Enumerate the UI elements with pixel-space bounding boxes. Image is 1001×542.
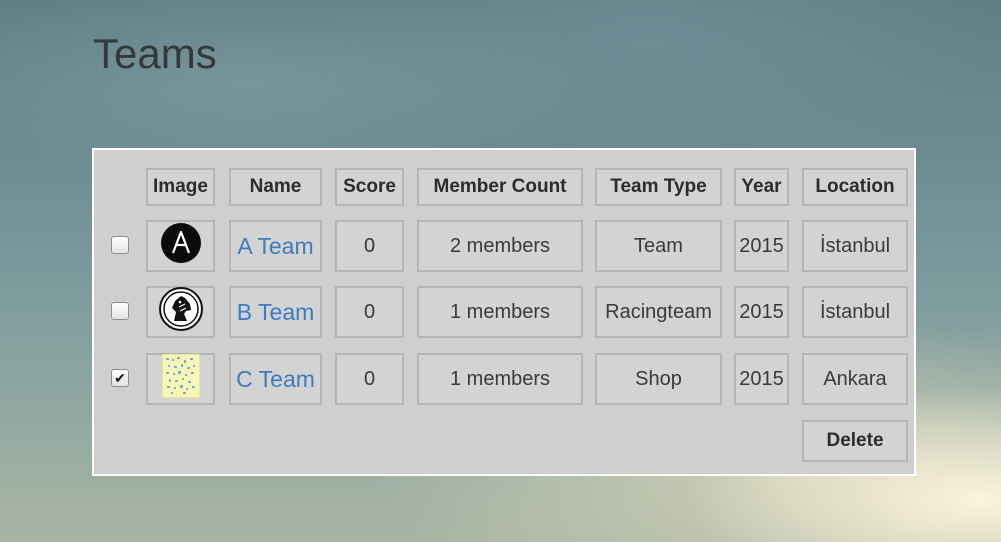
delete-button[interactable]: Delete [802,420,908,462]
team-image-cell [146,353,215,405]
team-member-count: 1 members [417,286,583,338]
teams-table-panel: Image Name Score Member Count Team Type … [92,148,916,476]
row-select-checkbox-checked[interactable]: ✔ [111,369,129,387]
column-header-location: Location [802,168,908,206]
column-header-score: Score [335,168,404,206]
team-year: 2015 [734,353,789,405]
horse-head-logo-icon [158,287,203,337]
team-year: 2015 [734,286,789,338]
team-location: İstanbul [802,286,908,338]
team-member-count: 2 members [417,220,583,272]
team-type: Racingteam [595,286,722,338]
team-score: 0 [335,220,404,272]
team-year: 2015 [734,220,789,272]
row-select-checkbox[interactable] [111,236,129,254]
team-name-link[interactable]: A Team [229,220,322,272]
team-name-link[interactable]: C Team [229,353,322,405]
row-select-checkbox[interactable] [111,302,129,320]
a-letter-logo-icon [160,223,201,269]
checkmark-icon: ✔ [114,370,126,386]
team-image-cell [146,220,215,272]
team-image-cell [146,286,215,338]
team-score: 0 [335,353,404,405]
column-header-member-count: Member Count [417,168,583,206]
team-member-count: 1 members [417,353,583,405]
team-type: Shop [595,353,722,405]
shop-thumbnail-icon [161,353,200,404]
column-header-year: Year [734,168,789,206]
team-score: 0 [335,286,404,338]
column-header-team-type: Team Type [595,168,722,206]
column-header-name: Name [229,168,322,206]
team-name-link[interactable]: B Team [229,286,322,338]
page-title: Teams [93,30,217,77]
team-type: Team [595,220,722,272]
column-header-image: Image [146,168,215,206]
team-location: Ankara [802,353,908,405]
team-location: İstanbul [802,220,908,272]
